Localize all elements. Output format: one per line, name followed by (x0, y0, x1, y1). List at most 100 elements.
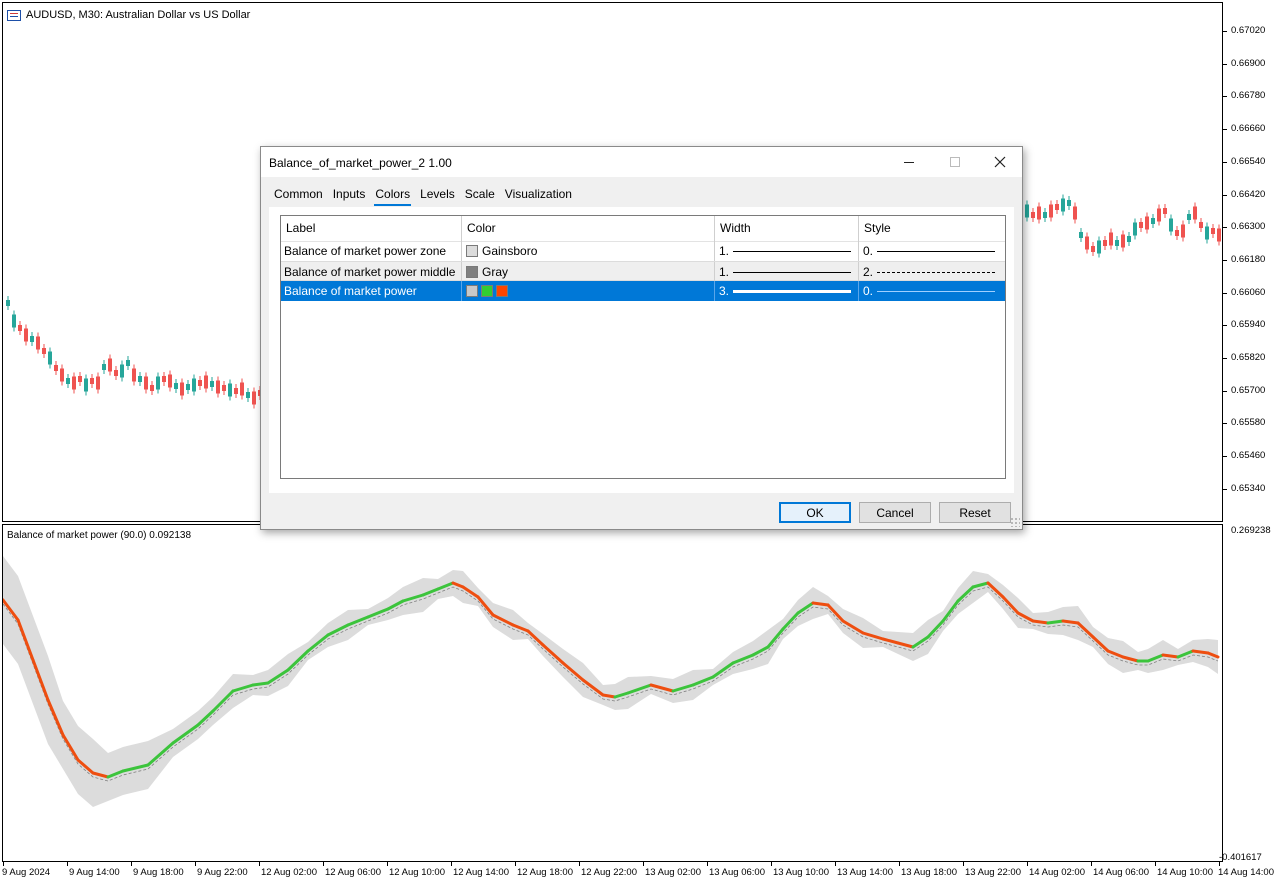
width-value: 1. (719, 244, 730, 258)
color-swatch[interactable] (466, 266, 478, 278)
candle (1055, 200, 1059, 214)
candle (138, 372, 142, 386)
price-label: 0.66780 (1231, 90, 1266, 102)
tab-colors[interactable]: Colors (370, 185, 415, 206)
candle (66, 374, 70, 388)
width-cell[interactable]: 1. (715, 262, 859, 282)
tab-visualization[interactable]: Visualization (500, 185, 577, 205)
time-axis[interactable]: 9 Aug 2024 9 Aug 14:00 9 Aug 18:00 9 Aug 22… (0, 862, 1279, 884)
color-swatch[interactable] (496, 285, 508, 297)
time-tick (707, 862, 708, 866)
candle (1043, 208, 1047, 222)
minimize-icon (904, 162, 914, 163)
dialog-titlebar[interactable]: Balance_of_market_power_2 1.00 (261, 147, 1022, 177)
candle (192, 374, 196, 396)
candle (54, 361, 58, 375)
style-line-sample (877, 271, 996, 273)
time-label: 9 Aug 22:00 (197, 867, 248, 878)
candle (216, 376, 220, 398)
width-cell[interactable]: 3. (715, 281, 859, 301)
style-cell[interactable]: 2. (859, 262, 1005, 282)
candle (1157, 204, 1161, 226)
style-cell[interactable]: 0. (859, 281, 1005, 301)
maximize-button[interactable] (932, 147, 978, 177)
row-label: Balance of market power (281, 281, 462, 301)
tab-levels[interactable]: Levels (415, 185, 460, 205)
candle (1181, 220, 1185, 242)
candle (186, 380, 190, 394)
candle (234, 384, 238, 398)
resize-grip-icon[interactable] (1010, 517, 1020, 527)
price-label: 0.65700 (1231, 384, 1266, 396)
width-line-sample (733, 250, 852, 252)
width-cell[interactable]: 1. (715, 241, 859, 261)
candle (1163, 204, 1167, 218)
style-value: 2. (863, 265, 874, 279)
candle (1211, 224, 1215, 238)
color-swatch[interactable] (466, 245, 478, 257)
candle (246, 388, 250, 402)
indicator-line-segment (251, 681, 270, 687)
candle (42, 344, 46, 358)
time-label: 12 Aug 22:00 (581, 867, 637, 878)
time-label: 13 Aug 10:00 (773, 867, 829, 878)
style-cell[interactable]: 0. (859, 241, 1005, 261)
table-row-selected[interactable]: Balance of market power 3. 0. (281, 281, 1005, 301)
reset-button[interactable]: Reset (939, 502, 1011, 523)
time-tick (195, 862, 196, 866)
time-label: 9 Aug 2024 (2, 867, 51, 878)
minimize-button[interactable] (886, 147, 932, 177)
candle (1091, 242, 1095, 256)
color-cell[interactable] (462, 281, 715, 301)
table-row[interactable]: Balance of market power zone Gainsboro 1… (281, 241, 1005, 261)
price-tick (1223, 227, 1227, 229)
indicator-line-segment (811, 601, 830, 607)
cancel-button[interactable]: Cancel (859, 502, 931, 523)
candle (12, 310, 16, 332)
time-tick (771, 862, 772, 866)
time-label: 13 Aug 06:00 (709, 867, 765, 878)
price-axis[interactable]: 0.67020 0.66900 0.66780 0.66660 0.66540 0.664… (1219, 0, 1279, 863)
time-tick (1091, 862, 1092, 866)
price-tick (1223, 358, 1227, 359)
candle (1145, 212, 1149, 234)
price-label: 0.66180 (1231, 253, 1266, 265)
candle (60, 364, 64, 386)
candle (1187, 210, 1191, 224)
table-row[interactable]: Balance of market power middle Gray 1. 2… (281, 261, 1005, 282)
ok-button[interactable]: OK (779, 502, 851, 523)
price-tick (1223, 423, 1227, 425)
time-label: 9 Aug 14:00 (69, 867, 120, 878)
indicator-zone (3, 556, 1218, 807)
column-header-style[interactable]: Style (859, 216, 1005, 241)
indicator-line-segment (1161, 653, 1180, 659)
time-tick (131, 862, 132, 866)
column-header-color[interactable]: Color (462, 216, 715, 241)
indicator-window[interactable]: Balance of market power (90.0) 0.092138 (2, 524, 1223, 862)
tab-scale[interactable]: Scale (460, 185, 500, 205)
candle (18, 321, 22, 335)
column-header-label[interactable]: Label (281, 216, 462, 241)
colors-grid[interactable]: Label Color Width Style Balance of marke… (280, 215, 1006, 479)
time-tick (67, 862, 68, 866)
tab-inputs[interactable]: Inputs (328, 185, 371, 205)
color-swatch[interactable] (466, 285, 478, 297)
color-swatch[interactable] (481, 285, 493, 297)
candle (156, 372, 160, 394)
tab-common[interactable]: Common (269, 185, 328, 205)
candle (1193, 202, 1197, 224)
time-tick (515, 862, 516, 866)
color-name: Gainsboro (482, 244, 538, 258)
row-label: Balance of market power zone (281, 241, 462, 261)
column-header-width[interactable]: Width (715, 216, 859, 241)
color-cell[interactable]: Gainsboro (462, 241, 715, 261)
time-tick (1219, 862, 1220, 866)
close-button[interactable] (977, 147, 1023, 177)
candle (102, 360, 106, 374)
indicator-max-label: 0.269238 (1231, 525, 1271, 536)
candle (1025, 200, 1029, 222)
candle (6, 296, 10, 310)
price-tick (1223, 194, 1227, 196)
color-cell[interactable]: Gray (462, 262, 715, 282)
time-label: 12 Aug 18:00 (517, 867, 573, 878)
